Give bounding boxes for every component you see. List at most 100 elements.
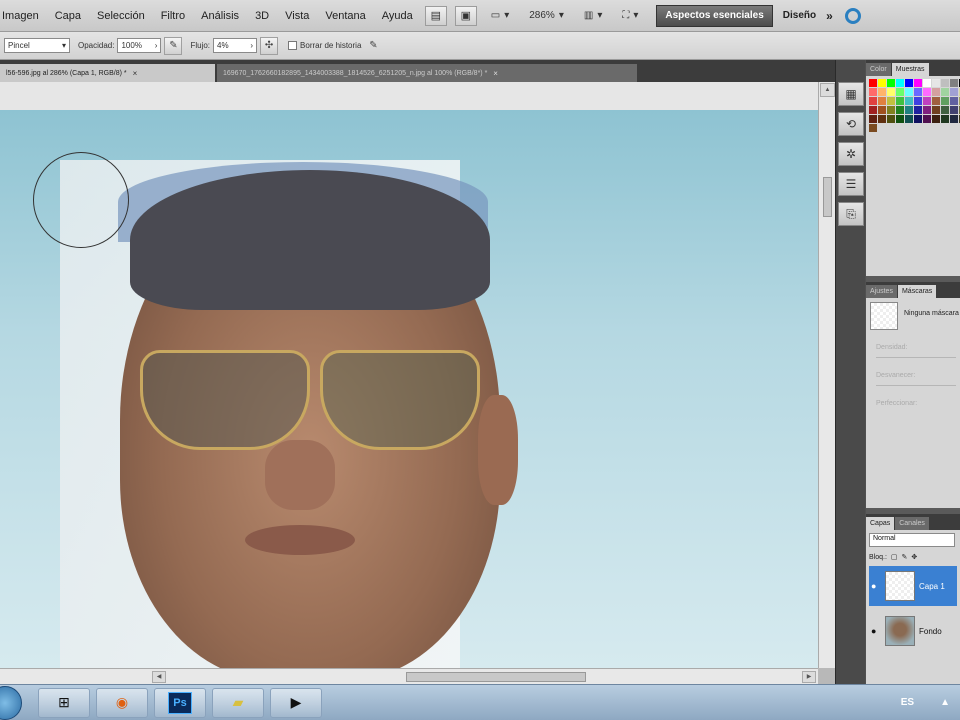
swatch[interactable]	[905, 106, 913, 114]
swatch[interactable]	[878, 115, 886, 123]
start-button[interactable]	[0, 685, 22, 720]
swatch[interactable]	[914, 88, 922, 96]
horizontal-scrollbar[interactable]: ◀ ▶	[0, 668, 818, 684]
close-icon[interactable]: ×	[133, 69, 138, 78]
tab-channels[interactable]: Canales	[895, 517, 929, 530]
swatch[interactable]	[923, 88, 931, 96]
menu-filtro[interactable]: Filtro	[153, 10, 193, 22]
swatch[interactable]	[869, 124, 877, 132]
clone-source-icon[interactable]: ⎘	[838, 202, 864, 226]
tab-swatches[interactable]: Muestras	[891, 63, 929, 76]
canvas-area[interactable]: ▲ ◀ ▶	[0, 82, 835, 684]
swatch[interactable]	[896, 88, 904, 96]
swatch[interactable]	[878, 97, 886, 105]
swatch[interactable]	[950, 115, 958, 123]
pressure-size-icon[interactable]: ✎	[364, 37, 382, 55]
pressure-opacity-icon[interactable]: ✎	[164, 36, 183, 55]
swatch[interactable]	[923, 115, 931, 123]
swatch[interactable]	[878, 79, 886, 87]
swatch[interactable]	[887, 79, 895, 87]
swatch[interactable]	[932, 97, 940, 105]
histogram-icon[interactable]: ▦	[838, 82, 864, 106]
taskbar-media-player[interactable]: ▶	[270, 687, 322, 718]
swatch[interactable]	[905, 115, 913, 123]
lock-pixels-icon[interactable]: ✎	[902, 553, 908, 561]
zoom-dropdown[interactable]: 286% ▾	[523, 6, 570, 26]
swatch[interactable]	[878, 88, 886, 96]
menu-capa[interactable]: Capa	[47, 10, 89, 22]
layer-row-capa-1[interactable]: ● Capa 1	[869, 566, 957, 606]
swatch[interactable]	[914, 106, 922, 114]
swatch[interactable]	[923, 79, 931, 87]
mode-select[interactable]: Pincel ▾	[4, 38, 70, 53]
feather-slider[interactable]	[876, 385, 956, 386]
tab-adjustments[interactable]: Ajustes	[866, 285, 897, 298]
swatch[interactable]	[914, 97, 922, 105]
swatch[interactable]	[896, 115, 904, 123]
menu-ayuda[interactable]: Ayuda	[374, 10, 421, 22]
swatch[interactable]	[869, 115, 877, 123]
swatch[interactable]	[887, 97, 895, 105]
opacity-field[interactable]: 100% ›	[117, 38, 162, 53]
swatch[interactable]	[896, 79, 904, 87]
workspace-design-link[interactable]: Diseño	[783, 10, 816, 21]
swatch[interactable]	[914, 115, 922, 123]
tab-active-document[interactable]: l56-596.jpg al 286% (Capa 1, RGB/8) * ×	[0, 64, 215, 82]
taskbar-windows-explorer[interactable]: ⊞	[38, 687, 90, 718]
swatch[interactable]	[950, 88, 958, 96]
taskbar-photoshop[interactable]: Ps	[154, 687, 206, 718]
swatch[interactable]	[905, 79, 913, 87]
lock-position-icon[interactable]: ✥	[911, 553, 917, 561]
photo-canvas[interactable]	[0, 110, 818, 668]
swatch[interactable]	[941, 97, 949, 105]
workspace-essentials-button[interactable]: Aspectos esenciales	[656, 4, 773, 27]
taskbar-folder[interactable]: ▰	[212, 687, 264, 718]
workspace-more-button[interactable]: »	[826, 9, 833, 23]
swatch[interactable]	[950, 106, 958, 114]
menu-seleccion[interactable]: Selección	[89, 10, 153, 22]
horizontal-scroll-thumb[interactable]	[406, 671, 586, 682]
close-icon[interactable]: ×	[493, 69, 498, 78]
swatch[interactable]	[932, 88, 940, 96]
scroll-left-icon[interactable]: ◀	[152, 670, 166, 683]
eye-icon[interactable]: ●	[871, 581, 881, 591]
swatch[interactable]	[905, 88, 913, 96]
vertical-scrollbar[interactable]: ▲	[818, 82, 835, 668]
scroll-right-icon[interactable]: ▶	[802, 670, 816, 683]
swatch[interactable]	[869, 79, 877, 87]
vertical-scroll-thumb[interactable]	[822, 177, 832, 217]
cs-live-icon[interactable]	[844, 7, 861, 24]
swatch[interactable]	[932, 79, 940, 87]
swatch[interactable]	[941, 115, 949, 123]
layer-row-fondo[interactable]: ● Fondo	[869, 611, 957, 651]
lock-transparency-icon[interactable]: ▢	[891, 553, 898, 561]
flow-field[interactable]: 4% ›	[213, 38, 258, 53]
actions-icon[interactable]: ✲	[838, 142, 864, 166]
swatch[interactable]	[941, 79, 949, 87]
language-indicator[interactable]: ES	[901, 697, 914, 708]
swatch[interactable]	[887, 106, 895, 114]
swatch[interactable]	[923, 106, 931, 114]
swatch[interactable]	[896, 97, 904, 105]
swatch[interactable]	[905, 97, 913, 105]
tab-layers[interactable]: Capas	[866, 517, 895, 530]
swatch[interactable]	[869, 97, 877, 105]
erase-history-checkbox[interactable]	[288, 41, 298, 50]
density-slider[interactable]	[876, 357, 956, 358]
swatch[interactable]	[878, 106, 886, 114]
bridge-icon[interactable]: ▤	[424, 5, 447, 26]
swatch[interactable]	[932, 106, 940, 114]
view-extras-dropdown[interactable]: ▭ ▾	[485, 6, 515, 26]
airbrush-icon[interactable]: ✣	[260, 36, 279, 55]
swatch[interactable]	[887, 88, 895, 96]
arrange-documents-dropdown[interactable]: ▥ ▾	[578, 6, 608, 26]
swatch[interactable]	[950, 97, 958, 105]
eye-icon[interactable]: ●	[871, 626, 881, 636]
blend-mode-select[interactable]: Normal	[869, 533, 955, 547]
menu-3d[interactable]: 3D	[247, 10, 277, 22]
menu-vista[interactable]: Vista	[277, 10, 317, 22]
menu-imagen[interactable]: Imagen	[0, 10, 47, 22]
tray-expand-icon[interactable]: ▲	[940, 697, 950, 708]
swatch[interactable]	[941, 106, 949, 114]
history-icon[interactable]: ⟲	[838, 112, 864, 136]
